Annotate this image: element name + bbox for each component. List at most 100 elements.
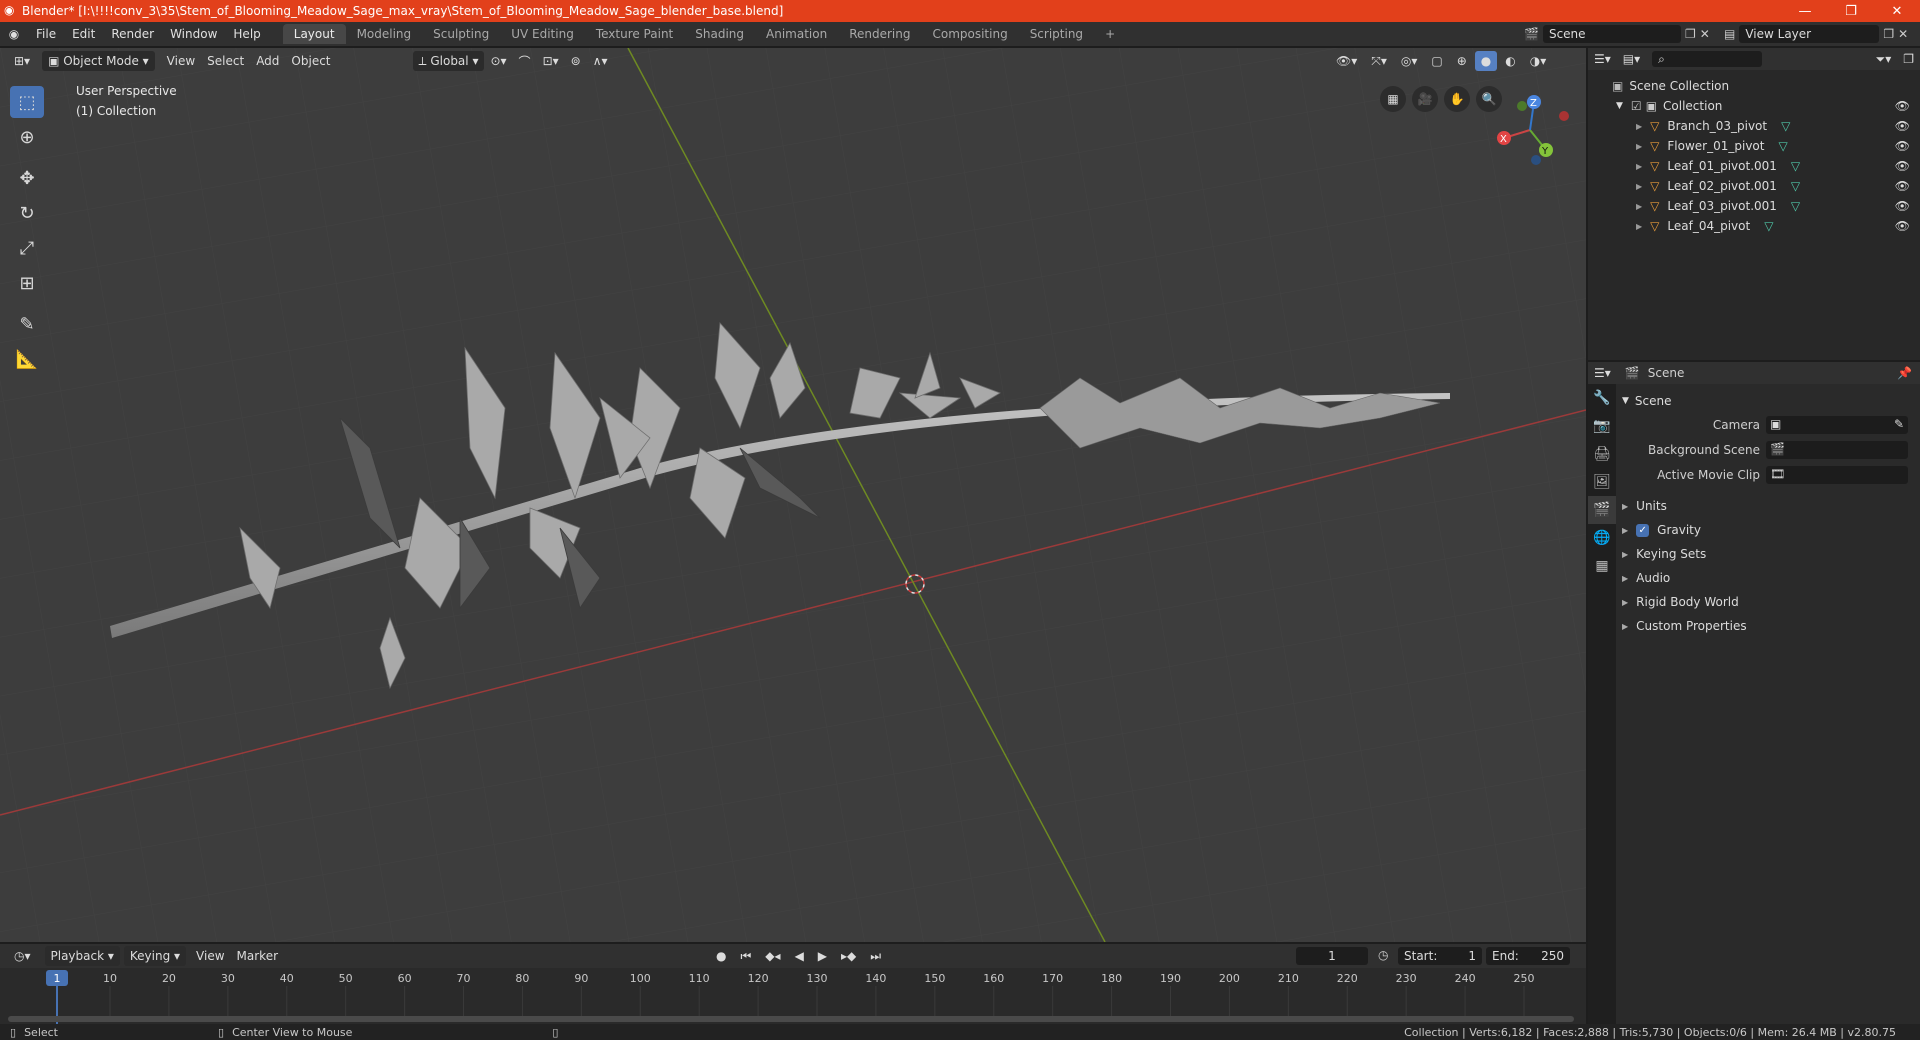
annotate-tool-icon[interactable]: ✎: [10, 308, 44, 340]
properties-panel-header[interactable]: ▶ Custom Properties: [1622, 615, 1914, 637]
scene-field[interactable]: Scene: [1542, 25, 1681, 43]
camera-view-icon[interactable]: 🎥: [1412, 86, 1438, 112]
add-workspace-button[interactable]: +: [1094, 24, 1126, 44]
movie-clip-field[interactable]: 🎞: [1766, 466, 1908, 484]
3d-viewport[interactable]: ⊞▾ ▣ Object Mode ▾ View Select Add Objec…: [0, 48, 1586, 942]
tab-layout[interactable]: Layout: [282, 24, 346, 44]
pin-icon[interactable]: 📌: [1897, 366, 1912, 380]
restore-icon[interactable]: ❐: [1828, 0, 1874, 22]
expand-arrow-icon[interactable]: ▶: [1636, 182, 1642, 191]
outliner-row-object[interactable]: ▶ ▽ Leaf_04_pivot ▽ 👁: [1588, 216, 1920, 236]
outliner-search-input[interactable]: ⌕: [1652, 51, 1763, 67]
delete-view-layer-icon[interactable]: ✕: [1898, 27, 1908, 41]
eye-icon[interactable]: 👁: [1895, 179, 1910, 193]
solid-shading-icon[interactable]: ●: [1474, 51, 1498, 71]
new-collection-icon[interactable]: ❐: [1897, 49, 1920, 69]
outliner-row-object[interactable]: ▶ ▽ Flower_01_pivot ▽ 👁: [1588, 136, 1920, 156]
wireframe-shading-icon[interactable]: ⊕: [1451, 51, 1473, 71]
minimize-icon[interactable]: —: [1782, 0, 1828, 22]
gizmo-toggle-icon[interactable]: ⤧▾: [1365, 51, 1393, 71]
viewport-menu-select[interactable]: Select: [201, 51, 250, 71]
menu-edit[interactable]: Edit: [64, 27, 103, 41]
jump-end-icon[interactable]: ⏭: [864, 946, 887, 966]
view-layer-field[interactable]: View Layer: [1739, 25, 1880, 43]
keying-menu[interactable]: Keying ▾: [123, 946, 187, 966]
new-scene-icon[interactable]: ❐: [1685, 27, 1696, 41]
rotate-tool-icon[interactable]: ↻: [10, 197, 44, 229]
falloff-icon[interactable]: ∧▾: [587, 51, 614, 71]
mode-selector[interactable]: ▣ Object Mode ▾: [42, 51, 155, 71]
expand-arrow-icon[interactable]: ▶: [1636, 202, 1642, 211]
editor-type-icon[interactable]: ⊞▾: [8, 51, 36, 71]
menu-help[interactable]: Help: [225, 27, 268, 41]
viewport-menu-view[interactable]: View: [161, 51, 201, 71]
expand-arrow-icon[interactable]: ▶: [1636, 162, 1642, 171]
background-scene-field[interactable]: 🎬: [1766, 441, 1908, 459]
scale-tool-icon[interactable]: ⤢: [10, 232, 44, 264]
scene-tab-icon[interactable]: 🎬: [1588, 496, 1616, 524]
eye-icon[interactable]: 👁: [1895, 99, 1910, 113]
record-icon[interactable]: ●: [710, 946, 732, 966]
move-tool-icon[interactable]: ✥: [10, 162, 44, 194]
preview-range-icon[interactable]: ◷: [1378, 948, 1388, 962]
start-frame-field[interactable]: Start: 1: [1398, 947, 1482, 965]
output-tab-icon[interactable]: 🖨: [1588, 440, 1616, 468]
eye-icon[interactable]: 👁: [1895, 119, 1910, 133]
snap-icon[interactable]: ⌒: [513, 51, 537, 71]
eyedropper-icon[interactable]: ✎: [1894, 417, 1904, 431]
play-reverse-icon[interactable]: ◀: [789, 946, 810, 966]
pivot-point-icon[interactable]: ⊙▾: [484, 51, 512, 71]
end-frame-field[interactable]: End: 250: [1486, 947, 1570, 965]
material-shading-icon[interactable]: ◐: [1499, 51, 1521, 71]
prev-keyframe-icon[interactable]: ◆◂: [759, 946, 786, 966]
properties-panel-header[interactable]: ▶ Rigid Body World: [1622, 591, 1914, 613]
close-icon[interactable]: ✕: [1874, 0, 1920, 22]
viewport-menu-add[interactable]: Add: [250, 51, 285, 71]
tool-tab-icon[interactable]: 🔧: [1588, 384, 1616, 412]
tab-sculpting[interactable]: Sculpting: [422, 24, 500, 44]
timeline-editor-icon[interactable]: ◷▾: [8, 946, 37, 966]
tab-animation[interactable]: Animation: [755, 24, 838, 44]
visibility-icon[interactable]: 👁▾: [1330, 51, 1363, 71]
xray-icon[interactable]: ▢: [1425, 51, 1448, 71]
properties-panel-header[interactable]: ▶ ✓ Gravity: [1622, 519, 1914, 541]
select-box-tool-icon[interactable]: ⬚: [10, 86, 44, 118]
jump-start-icon[interactable]: ⏮: [734, 946, 757, 966]
tab-texture-paint[interactable]: Texture Paint: [585, 24, 684, 44]
current-frame-field[interactable]: 1: [1296, 947, 1368, 965]
eye-icon[interactable]: 👁: [1895, 159, 1910, 173]
timeline-ruler[interactable]: 1 10 20 30 40 50 60 70 80 90 100 110 120 130 140 150 160…: [0, 968, 1586, 1024]
filter-icon[interactable]: ⏷▾: [1870, 49, 1898, 69]
rendered-shading-icon[interactable]: ◑▾: [1524, 51, 1553, 71]
transform-orientation-dropdown[interactable]: ⟂ Global ▾: [412, 51, 485, 71]
overlay-toggle-icon[interactable]: ◎▾: [1395, 51, 1424, 71]
checkbox-icon[interactable]: ☑: [1631, 99, 1642, 113]
navigation-gizmo[interactable]: X Y Z: [1490, 88, 1570, 168]
viewport-scene[interactable]: [0, 48, 1586, 942]
expand-arrow-icon[interactable]: ▶: [1636, 122, 1642, 131]
view-layer-tab-icon[interactable]: 🖼: [1588, 468, 1616, 496]
outliner-editor-icon[interactable]: ☰▾: [1588, 49, 1617, 69]
proportional-edit-icon[interactable]: ⊚: [565, 51, 587, 71]
world-tab-icon[interactable]: 🌐: [1588, 524, 1616, 552]
next-keyframe-icon[interactable]: ▸◆: [835, 946, 862, 966]
menu-file[interactable]: File: [28, 27, 64, 41]
eye-icon[interactable]: 👁: [1895, 219, 1910, 233]
expand-arrow-icon[interactable]: ▶: [1636, 142, 1642, 151]
properties-editor-icon[interactable]: ☰▾: [1588, 363, 1617, 383]
toggle-grid-icon[interactable]: ▦: [1380, 86, 1406, 112]
outliner-row-scene-collection[interactable]: ▣ Scene Collection: [1588, 76, 1920, 96]
play-icon[interactable]: ▶: [812, 946, 833, 966]
outliner-row-collection[interactable]: ▼ ☑ ▣ Collection 👁: [1588, 96, 1920, 116]
tab-modeling[interactable]: Modeling: [346, 24, 423, 44]
camera-field[interactable]: ▣ ✎: [1766, 416, 1908, 434]
scene-section-header[interactable]: ▼ Scene: [1622, 390, 1914, 412]
tab-shading[interactable]: Shading: [684, 24, 755, 44]
outliner-row-object[interactable]: ▶ ▽ Leaf_01_pivot.001 ▽ 👁: [1588, 156, 1920, 176]
texture-tab-icon[interactable]: ▦: [1588, 552, 1616, 580]
menu-window[interactable]: Window: [162, 27, 225, 41]
properties-panel-header[interactable]: ▶ Keying Sets: [1622, 543, 1914, 565]
marker-menu[interactable]: Marker: [231, 946, 284, 966]
snap-target-icon[interactable]: ⊡▾: [537, 51, 565, 71]
tab-compositing[interactable]: Compositing: [921, 24, 1018, 44]
